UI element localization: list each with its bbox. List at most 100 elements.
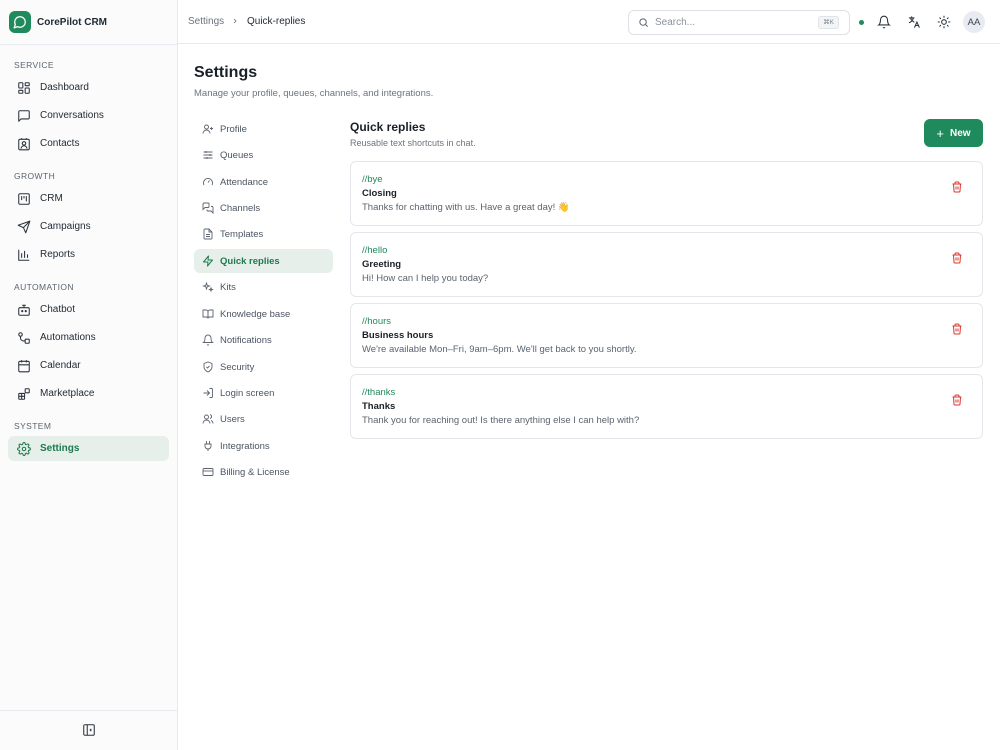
contact-icon: [17, 137, 31, 151]
search-input[interactable]: Search... ⌘K: [628, 10, 850, 35]
settings-nav-notifications[interactable]: Notifications: [194, 328, 333, 352]
settings-nav-label: Templates: [220, 228, 264, 240]
file-icon: [202, 228, 214, 240]
settings-nav-label: Profile: [220, 123, 247, 135]
sidebar-item-campaigns[interactable]: Campaigns: [8, 214, 169, 239]
settings-nav-label: Queues: [220, 149, 254, 161]
sidebar-item-label: Calendar: [40, 360, 81, 371]
trash-icon[interactable]: [951, 181, 963, 193]
quick-reply-title: Closing: [362, 188, 397, 199]
kanban-icon: [17, 192, 31, 206]
settings-nav-channels[interactable]: Channels: [194, 196, 333, 220]
new-quick-reply-button[interactable]: + New: [924, 119, 983, 147]
section-title: Quick replies: [350, 120, 426, 134]
settings-nav-label: Kits: [220, 281, 236, 293]
brand[interactable]: CorePilot CRM: [9, 11, 107, 33]
sidebar-item-settings[interactable]: Settings: [8, 436, 169, 461]
settings-nav-security[interactable]: Security: [194, 355, 333, 379]
bell-icon[interactable]: [877, 15, 891, 29]
quick-reply-title: Business hours: [362, 330, 434, 341]
book-icon: [202, 308, 214, 320]
sidebar-item-marketplace[interactable]: Marketplace: [8, 381, 169, 406]
chevron-right-icon: [231, 17, 239, 25]
sidebar-item-label: Settings: [40, 443, 80, 454]
settings-nav-label: Notifications: [220, 334, 272, 346]
sidebar-item-reports[interactable]: Reports: [8, 242, 169, 267]
trash-icon[interactable]: [951, 252, 963, 264]
workflow-icon: [17, 331, 31, 345]
brand-logo-icon: [9, 11, 31, 33]
credit-card-icon: [202, 466, 214, 478]
sidebar: CorePilot CRM SERVICE Dashboard Conversa…: [0, 0, 178, 750]
settings-nav-login-screen[interactable]: Login screen: [194, 381, 333, 405]
top-header: Settings Quick-replies Search... ⌘K AA: [178, 0, 1000, 44]
sidebar-item-automations[interactable]: Automations: [8, 325, 169, 350]
sidebar-item-label: Chatbot: [40, 304, 76, 315]
sidebar-item-crm[interactable]: CRM: [8, 186, 169, 211]
sidebar-item-label: CRM: [40, 193, 63, 204]
zap-icon: [202, 255, 214, 267]
settings-nav-queues[interactable]: Queues: [194, 143, 333, 167]
quick-reply-text: We're available Mon–Fri, 9am–6pm. We'll …: [362, 344, 637, 355]
sidebar-item-contacts[interactable]: Contacts: [8, 131, 169, 156]
sidebar-item-dashboard[interactable]: Dashboard: [8, 75, 169, 100]
quick-reply-card[interactable]: //hello Greeting Hi! How can I help you …: [350, 232, 983, 297]
sparkles-icon: [202, 281, 214, 293]
settings-nav-label: Users: [220, 413, 245, 425]
avatar[interactable]: AA: [963, 11, 985, 33]
settings-nav-knowledge-base[interactable]: Knowledge base: [194, 302, 333, 326]
settings-nav-integrations[interactable]: Integrations: [194, 434, 333, 458]
sidebar-item-label: Marketplace: [40, 388, 95, 399]
bot-icon: [17, 303, 31, 317]
nav-section-service: SERVICE: [14, 60, 54, 70]
breadcrumb-quick-replies: Quick-replies: [247, 16, 306, 27]
search-placeholder: Search...: [655, 17, 696, 28]
quick-reply-text: Thanks for chatting with us. Have a grea…: [362, 202, 570, 213]
translate-icon[interactable]: [907, 15, 921, 29]
sidebar-item-chatbot[interactable]: Chatbot: [8, 297, 169, 322]
divider: [0, 44, 178, 45]
gear-icon: [17, 441, 31, 456]
collapse-sidebar-icon[interactable]: [82, 723, 96, 737]
settings-nav-templates[interactable]: Templates: [194, 222, 333, 246]
dashboard-icon: [17, 81, 31, 95]
settings-nav-label: Security: [220, 361, 255, 373]
settings-nav-label: Channels: [220, 202, 261, 214]
settings-nav-label: Integrations: [220, 440, 270, 452]
theme-toggle-icon[interactable]: [937, 15, 951, 29]
users-icon: [202, 413, 214, 425]
bar-chart-icon: [17, 248, 31, 262]
settings-nav-kits[interactable]: Kits: [194, 275, 333, 299]
quick-reply-card[interactable]: //bye Closing Thanks for chatting with u…: [350, 161, 983, 226]
section-subtitle: Reusable text shortcuts in chat.: [350, 138, 476, 148]
sidebar-item-calendar[interactable]: Calendar: [8, 353, 169, 378]
calendar-icon: [17, 359, 31, 373]
quick-reply-card[interactable]: //thanks Thanks Thank you for reaching o…: [350, 374, 983, 439]
trash-icon[interactable]: [951, 323, 963, 335]
quick-reply-shortcut: //thanks: [362, 387, 396, 398]
sidebar-item-label: Campaigns: [40, 221, 91, 232]
page-title: Settings: [194, 64, 258, 81]
settings-nav-billing[interactable]: Billing & License: [194, 460, 333, 484]
settings-nav-attendance[interactable]: Attendance: [194, 170, 333, 194]
settings-nav-users[interactable]: Users: [194, 407, 333, 431]
quick-reply-card[interactable]: //hours Business hours We're available M…: [350, 303, 983, 368]
settings-nav-profile[interactable]: Profile: [194, 117, 333, 141]
trash-icon[interactable]: [951, 394, 963, 406]
nav-section-automation: AUTOMATION: [14, 282, 74, 292]
sidebar-item-conversations[interactable]: Conversations: [8, 103, 169, 128]
nav-section-system: SYSTEM: [14, 421, 52, 431]
quick-reply-shortcut: //hello: [362, 245, 388, 256]
bell-icon: [202, 334, 214, 346]
quick-reply-title: Greeting: [362, 259, 402, 270]
plug-icon: [202, 440, 214, 452]
breadcrumb-settings[interactable]: Settings: [188, 16, 224, 27]
gauge-icon: [202, 176, 214, 188]
send-icon: [17, 220, 31, 234]
sidebar-item-label: Conversations: [40, 110, 104, 121]
settings-nav-label: Login screen: [220, 387, 275, 399]
quick-reply-title: Thanks: [362, 401, 396, 412]
messages-icon: [202, 202, 214, 214]
nav-section-growth: GROWTH: [14, 171, 56, 181]
settings-nav-quick-replies[interactable]: Quick replies: [194, 249, 333, 273]
